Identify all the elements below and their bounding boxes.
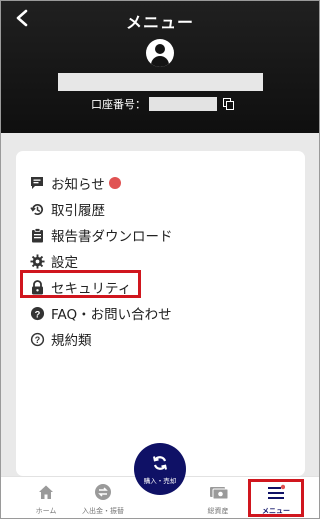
security-highlight-box <box>20 270 141 298</box>
transfer-icon <box>94 483 112 501</box>
copy-icon[interactable] <box>223 97 235 111</box>
message-icon <box>29 175 45 191</box>
nav-deposit-transfer[interactable]: 入出金・振替 <box>74 477 132 518</box>
menu-tab-highlight-box <box>248 479 304 517</box>
nav-home-label: ホーム <box>35 507 57 515</box>
history-icon <box>29 201 45 217</box>
menu-item-label: 報告書ダウンロード <box>51 229 173 245</box>
nav-trade-button[interactable]: 購入・売却 <box>134 443 186 495</box>
nav-trade-label: 購入・売却 <box>143 477 177 485</box>
menu-item-faq[interactable]: ? FAQ・お問い合わせ <box>29 300 173 326</box>
nav-home[interactable]: ホーム <box>17 477 75 518</box>
svg-text:?: ? <box>34 309 40 319</box>
money-icon <box>209 483 229 501</box>
question-circle-icon: ? <box>29 305 45 321</box>
refresh-icon <box>153 456 167 470</box>
menu-item-history[interactable]: 取引履歴 <box>29 196 173 222</box>
menu-list: お知らせ 取引履歴 報告書ダウンロード 設定 セキュリティ ? FAQ・お問い合… <box>29 170 173 352</box>
nav-assets-label: 総資産 <box>207 507 229 515</box>
menu-item-label: 取引履歴 <box>51 203 105 219</box>
user-name-redacted <box>58 73 263 91</box>
account-number-row: 口座番号： <box>91 96 235 112</box>
page-title: メニュー <box>125 13 194 32</box>
menu-item-report-download[interactable]: 報告書ダウンロード <box>29 222 173 248</box>
menu-item-label: 規約類 <box>51 333 92 349</box>
question-outline-icon: ? <box>29 331 45 347</box>
menu-item-notices[interactable]: お知らせ <box>29 170 173 196</box>
home-icon <box>37 483 55 501</box>
nav-deposit-label: 入出金・振替 <box>82 507 124 515</box>
nav-assets[interactable]: 総資産 <box>189 477 247 518</box>
menu-item-label: FAQ・お問い合わせ <box>51 307 172 323</box>
gear-icon <box>29 253 45 269</box>
user-avatar-icon <box>146 39 174 67</box>
menu-item-label: 設定 <box>51 255 78 271</box>
app-frame: メニュー 口座番号： お知らせ 取引履歴 報告書ダウンロード 設定 セキュリティ… <box>0 0 320 519</box>
menu-item-terms[interactable]: ? 規約類 <box>29 326 173 352</box>
menu-card: お知らせ 取引履歴 報告書ダウンロード 設定 セキュリティ ? FAQ・お問い合… <box>16 151 305 476</box>
menu-item-label: お知らせ <box>51 177 105 193</box>
svg-text:?: ? <box>34 335 39 345</box>
header: メニュー 口座番号： <box>1 1 319 133</box>
clipboard-icon <box>29 227 45 243</box>
account-number-redacted <box>149 97 217 111</box>
notification-badge <box>108 177 121 189</box>
account-number-label: 口座番号： <box>91 98 146 111</box>
